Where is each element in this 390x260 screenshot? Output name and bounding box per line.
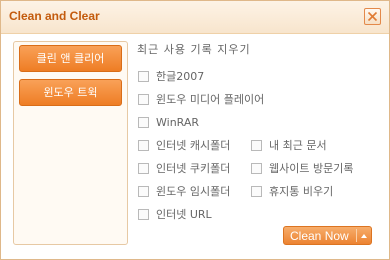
win-temp-checkbox[interactable] — [138, 185, 149, 197]
section-title: 최근 사용 기록 지우기 — [137, 43, 251, 56]
option-win-temp[interactable]: 윈도우 임시폴더 — [138, 184, 230, 198]
winrar-label: WinRAR — [156, 115, 200, 129]
option-recycle-bin[interactable]: 휴지통 비우기 — [251, 184, 333, 198]
app-window: Clean and Clear 클린 앤 클리어 윈도우 트윅 최근 사용 기록… — [0, 0, 390, 260]
title-bar: Clean and Clear — [1, 1, 389, 34]
recent-docs-checkbox[interactable] — [251, 139, 262, 151]
winrar-checkbox[interactable] — [138, 116, 149, 128]
chevron-up-icon[interactable] — [361, 233, 367, 238]
recycle-bin-checkbox[interactable] — [251, 185, 262, 197]
option-media-player[interactable]: 윈도우 미디어 플레이어 — [138, 92, 264, 106]
clean-now-button[interactable]: Clean Now — [283, 226, 372, 245]
option-winrar[interactable]: WinRAR — [138, 115, 199, 129]
option-ie-cache[interactable]: 인터넷 캐시폴더 — [138, 138, 230, 152]
ie-url-checkbox[interactable] — [138, 208, 149, 220]
ie-cookies-checkbox[interactable] — [138, 162, 149, 174]
ie-url-label: 인터넷 URL — [156, 208, 212, 221]
recycle-bin-label: 휴지통 비우기 — [269, 185, 334, 198]
ie-cookies-label: 인터넷 쿠키폴더 — [156, 162, 231, 175]
option-ie-cookies[interactable]: 인터넷 쿠키폴더 — [138, 161, 230, 175]
sidebar: 클린 앤 클리어 윈도우 트윅 — [13, 41, 128, 245]
option-hangul[interactable]: 한글2007 — [138, 69, 204, 83]
close-button[interactable] — [364, 8, 381, 25]
button-divider — [356, 229, 357, 242]
media-player-checkbox[interactable] — [138, 93, 149, 105]
option-ie-url[interactable]: 인터넷 URL — [138, 207, 212, 221]
clean-now-label: Clean Now — [290, 228, 349, 243]
web-history-label: 웹사이트 방문기록 — [269, 162, 354, 175]
window-title: Clean and Clear — [9, 9, 100, 23]
hangul-label: 한글2007 — [156, 70, 205, 83]
ie-cache-checkbox[interactable] — [138, 139, 149, 151]
hangul-checkbox[interactable] — [138, 70, 149, 82]
recent-docs-label: 내 최근 문서 — [269, 139, 327, 152]
sidebar-item-clean-and-clear[interactable]: 클린 앤 클리어 — [19, 45, 122, 72]
option-web-history[interactable]: 웹사이트 방문기록 — [251, 161, 353, 175]
option-recent-docs[interactable]: 내 최근 문서 — [251, 138, 327, 152]
win-temp-label: 윈도우 임시폴더 — [156, 185, 231, 198]
sidebar-item-window-tweak[interactable]: 윈도우 트윅 — [19, 79, 122, 106]
ie-cache-label: 인터넷 캐시폴더 — [156, 139, 231, 152]
close-icon — [367, 11, 378, 22]
media-player-label: 윈도우 미디어 플레이어 — [156, 93, 265, 106]
web-history-checkbox[interactable] — [251, 162, 262, 174]
